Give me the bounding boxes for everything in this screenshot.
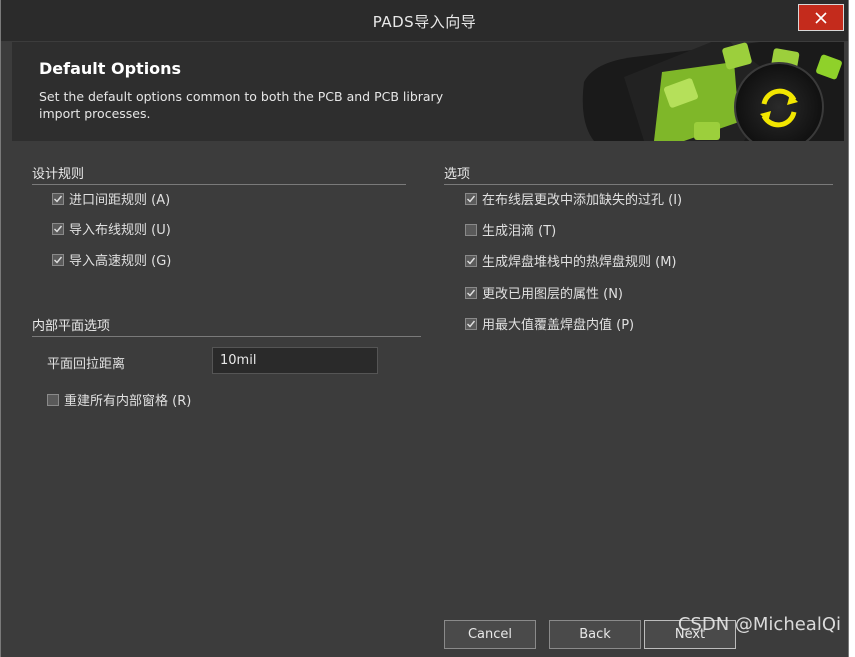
checkbox-label: 生成焊盘堆栈中的热焊盘规则 (M) — [482, 255, 677, 270]
page-description: Set the default options common to both t… — [39, 89, 444, 121]
plane-pullback-input[interactable] — [212, 347, 378, 374]
close-button[interactable] — [798, 4, 844, 31]
pads-import-wizard-window: PADS导入向导 Default Options Set the default… — [0, 0, 849, 657]
thermal-pad-rules-checkbox[interactable]: 生成焊盘堆栈中的热焊盘规则 (M) — [465, 251, 677, 270]
change-used-layer-properties-checkbox[interactable]: 更改已用图层的属性 (N) — [465, 283, 623, 302]
checkbox-unchecked-icon — [465, 223, 477, 236]
import-routing-rules-checkbox[interactable]: 导入布线规则 (U) — [52, 219, 171, 238]
back-button[interactable]: Back — [549, 620, 641, 649]
csdn-watermark: CSDN @MichealQi — [677, 614, 841, 635]
checkbox-checked-icon — [52, 253, 64, 266]
cancel-button[interactable]: Cancel — [444, 620, 536, 649]
header-banner: Default Options Set the default options … — [12, 42, 844, 141]
title-bar: PADS导入向导 — [1, 0, 848, 41]
plane-pullback-label: 平面回拉距离 — [47, 357, 126, 372]
checkbox-checked-icon — [465, 286, 477, 299]
checkbox-label: 在布线层更改中添加缺失的过孔 (I) — [482, 193, 683, 208]
checkbox-label: 导入布线规则 (U) — [69, 223, 171, 238]
override-pad-values-checkbox[interactable]: 用最大值覆盖焊盘内值 (P) — [465, 314, 634, 333]
checkbox-label: 重建所有内部窗格 (R) — [64, 394, 192, 409]
wizard-wheel-icon — [582, 42, 844, 141]
checkbox-checked-icon — [465, 254, 477, 267]
page-heading: Default Options — [39, 59, 182, 78]
checkbox-label: 进口间距规则 (A) — [69, 193, 171, 208]
options-panel: 设计规则 进口间距规则 (A) 导入布线规则 (U) 导入高速规则 (G) 内部… — [12, 141, 844, 608]
checkbox-unchecked-icon — [47, 393, 59, 406]
checkbox-checked-icon — [465, 317, 477, 330]
import-highspeed-rules-checkbox[interactable]: 导入高速规则 (G) — [52, 250, 171, 269]
checkbox-label: 更改已用图层的属性 (N) — [482, 287, 624, 302]
window-title: PADS导入向导 — [372, 13, 477, 31]
checkbox-label: 用最大值覆盖焊盘内值 (P) — [482, 318, 635, 333]
rebuild-inner-panes-checkbox[interactable]: 重建所有内部窗格 (R) — [47, 390, 191, 409]
close-icon — [815, 11, 827, 24]
generate-teardrops-checkbox[interactable]: 生成泪滴 (T) — [465, 220, 556, 239]
checkbox-checked-icon — [52, 192, 64, 205]
design-rules-section-title: 设计规则 — [32, 163, 406, 185]
checkbox-checked-icon — [52, 222, 64, 235]
checkbox-checked-icon — [465, 192, 477, 205]
checkbox-label: 生成泪滴 (T) — [482, 224, 557, 239]
import-clearance-rules-checkbox[interactable]: 进口间距规则 (A) — [52, 189, 170, 208]
inner-plane-section-title: 内部平面选项 — [32, 315, 421, 337]
options-section-title: 选项 — [444, 163, 833, 185]
checkbox-label: 导入高速规则 (G) — [69, 254, 172, 269]
add-missing-vias-checkbox[interactable]: 在布线层更改中添加缺失的过孔 (I) — [465, 189, 682, 208]
